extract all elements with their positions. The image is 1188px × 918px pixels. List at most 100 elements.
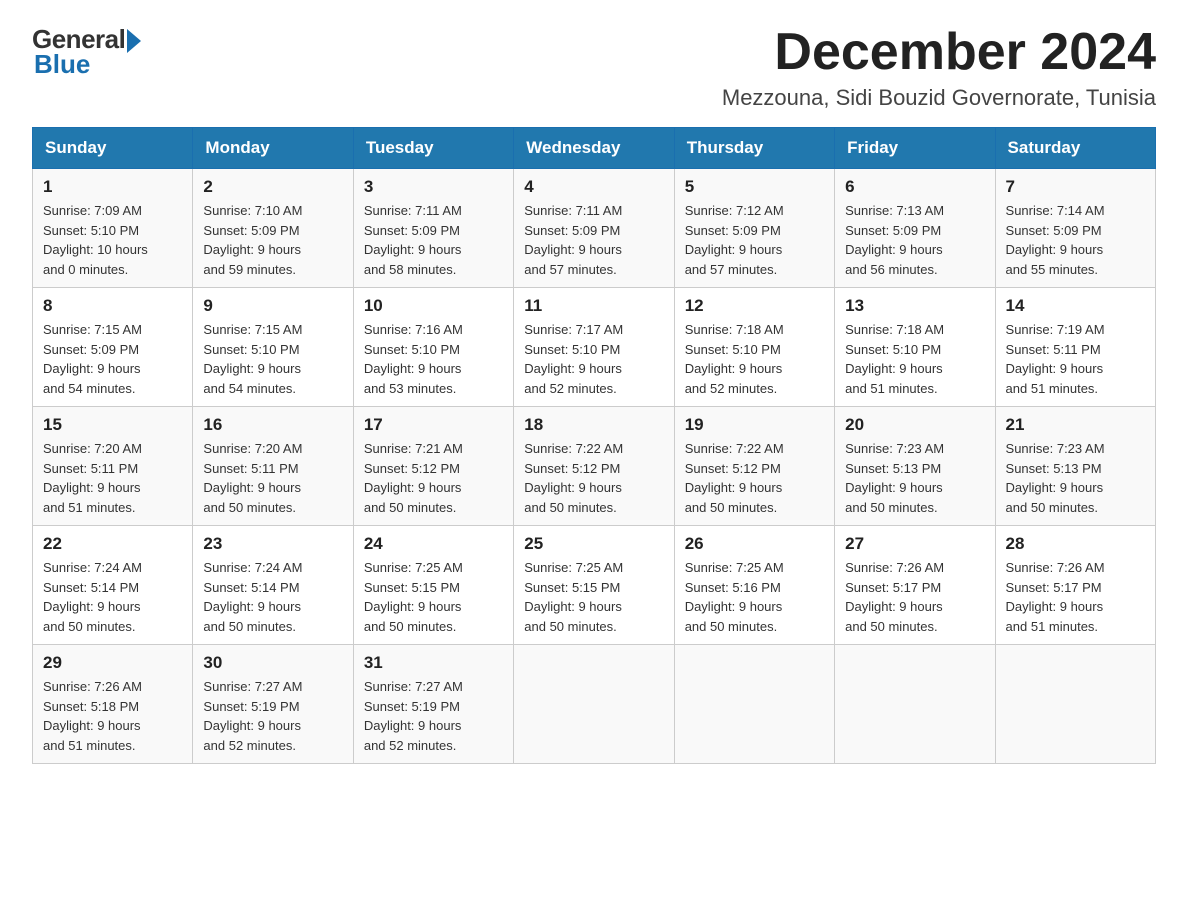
day-number: 21: [1006, 415, 1145, 435]
day-info: Sunrise: 7:15 AM Sunset: 5:09 PM Dayligh…: [43, 320, 182, 398]
day-info: Sunrise: 7:24 AM Sunset: 5:14 PM Dayligh…: [43, 558, 182, 636]
logo: General Blue: [32, 24, 141, 80]
day-number: 22: [43, 534, 182, 554]
day-info: Sunrise: 7:15 AM Sunset: 5:10 PM Dayligh…: [203, 320, 342, 398]
weekday-header-thursday: Thursday: [674, 128, 834, 169]
day-number: 10: [364, 296, 503, 316]
day-number: 7: [1006, 177, 1145, 197]
day-number: 30: [203, 653, 342, 673]
day-number: 28: [1006, 534, 1145, 554]
day-info: Sunrise: 7:10 AM Sunset: 5:09 PM Dayligh…: [203, 201, 342, 279]
week-row-2: 8 Sunrise: 7:15 AM Sunset: 5:09 PM Dayli…: [33, 288, 1156, 407]
calendar-cell: 7 Sunrise: 7:14 AM Sunset: 5:09 PM Dayli…: [995, 169, 1155, 288]
month-title: December 2024: [722, 24, 1156, 81]
logo-arrow-icon: [127, 29, 141, 53]
day-number: 20: [845, 415, 984, 435]
day-info: Sunrise: 7:24 AM Sunset: 5:14 PM Dayligh…: [203, 558, 342, 636]
day-number: 8: [43, 296, 182, 316]
day-number: 16: [203, 415, 342, 435]
day-number: 12: [685, 296, 824, 316]
location-title: Mezzouna, Sidi Bouzid Governorate, Tunis…: [722, 85, 1156, 111]
calendar-cell: 29 Sunrise: 7:26 AM Sunset: 5:18 PM Dayl…: [33, 645, 193, 764]
week-row-5: 29 Sunrise: 7:26 AM Sunset: 5:18 PM Dayl…: [33, 645, 1156, 764]
day-number: 9: [203, 296, 342, 316]
weekday-header-friday: Friday: [835, 128, 995, 169]
day-number: 23: [203, 534, 342, 554]
day-number: 26: [685, 534, 824, 554]
day-info: Sunrise: 7:23 AM Sunset: 5:13 PM Dayligh…: [1006, 439, 1145, 517]
day-info: Sunrise: 7:14 AM Sunset: 5:09 PM Dayligh…: [1006, 201, 1145, 279]
day-number: 5: [685, 177, 824, 197]
calendar-table: SundayMondayTuesdayWednesdayThursdayFrid…: [32, 127, 1156, 764]
day-info: Sunrise: 7:27 AM Sunset: 5:19 PM Dayligh…: [364, 677, 503, 755]
calendar-cell: 13 Sunrise: 7:18 AM Sunset: 5:10 PM Dayl…: [835, 288, 995, 407]
calendar-cell: 12 Sunrise: 7:18 AM Sunset: 5:10 PM Dayl…: [674, 288, 834, 407]
day-info: Sunrise: 7:22 AM Sunset: 5:12 PM Dayligh…: [524, 439, 663, 517]
calendar-cell: 20 Sunrise: 7:23 AM Sunset: 5:13 PM Dayl…: [835, 407, 995, 526]
calendar-cell: 3 Sunrise: 7:11 AM Sunset: 5:09 PM Dayli…: [353, 169, 513, 288]
week-row-3: 15 Sunrise: 7:20 AM Sunset: 5:11 PM Dayl…: [33, 407, 1156, 526]
calendar-cell: 23 Sunrise: 7:24 AM Sunset: 5:14 PM Dayl…: [193, 526, 353, 645]
calendar-cell: 18 Sunrise: 7:22 AM Sunset: 5:12 PM Dayl…: [514, 407, 674, 526]
day-number: 14: [1006, 296, 1145, 316]
day-info: Sunrise: 7:11 AM Sunset: 5:09 PM Dayligh…: [524, 201, 663, 279]
day-info: Sunrise: 7:25 AM Sunset: 5:15 PM Dayligh…: [524, 558, 663, 636]
day-number: 13: [845, 296, 984, 316]
logo-blue-text: Blue: [34, 49, 90, 80]
day-number: 17: [364, 415, 503, 435]
day-number: 25: [524, 534, 663, 554]
calendar-cell: 14 Sunrise: 7:19 AM Sunset: 5:11 PM Dayl…: [995, 288, 1155, 407]
weekday-header-wednesday: Wednesday: [514, 128, 674, 169]
day-number: 18: [524, 415, 663, 435]
day-number: 3: [364, 177, 503, 197]
calendar-cell: 2 Sunrise: 7:10 AM Sunset: 5:09 PM Dayli…: [193, 169, 353, 288]
day-info: Sunrise: 7:26 AM Sunset: 5:17 PM Dayligh…: [1006, 558, 1145, 636]
calendar-cell: 8 Sunrise: 7:15 AM Sunset: 5:09 PM Dayli…: [33, 288, 193, 407]
day-info: Sunrise: 7:25 AM Sunset: 5:16 PM Dayligh…: [685, 558, 824, 636]
calendar-cell: 9 Sunrise: 7:15 AM Sunset: 5:10 PM Dayli…: [193, 288, 353, 407]
calendar-cell: 17 Sunrise: 7:21 AM Sunset: 5:12 PM Dayl…: [353, 407, 513, 526]
weekday-header-monday: Monday: [193, 128, 353, 169]
title-area: December 2024 Mezzouna, Sidi Bouzid Gove…: [722, 24, 1156, 111]
day-info: Sunrise: 7:20 AM Sunset: 5:11 PM Dayligh…: [203, 439, 342, 517]
day-info: Sunrise: 7:23 AM Sunset: 5:13 PM Dayligh…: [845, 439, 984, 517]
day-info: Sunrise: 7:25 AM Sunset: 5:15 PM Dayligh…: [364, 558, 503, 636]
calendar-cell: 30 Sunrise: 7:27 AM Sunset: 5:19 PM Dayl…: [193, 645, 353, 764]
week-row-1: 1 Sunrise: 7:09 AM Sunset: 5:10 PM Dayli…: [33, 169, 1156, 288]
day-info: Sunrise: 7:21 AM Sunset: 5:12 PM Dayligh…: [364, 439, 503, 517]
day-info: Sunrise: 7:17 AM Sunset: 5:10 PM Dayligh…: [524, 320, 663, 398]
day-info: Sunrise: 7:13 AM Sunset: 5:09 PM Dayligh…: [845, 201, 984, 279]
day-info: Sunrise: 7:18 AM Sunset: 5:10 PM Dayligh…: [685, 320, 824, 398]
day-number: 6: [845, 177, 984, 197]
day-number: 29: [43, 653, 182, 673]
day-info: Sunrise: 7:19 AM Sunset: 5:11 PM Dayligh…: [1006, 320, 1145, 398]
weekday-header-tuesday: Tuesday: [353, 128, 513, 169]
calendar-cell: [995, 645, 1155, 764]
calendar-cell: 16 Sunrise: 7:20 AM Sunset: 5:11 PM Dayl…: [193, 407, 353, 526]
calendar-cell: 26 Sunrise: 7:25 AM Sunset: 5:16 PM Dayl…: [674, 526, 834, 645]
day-info: Sunrise: 7:20 AM Sunset: 5:11 PM Dayligh…: [43, 439, 182, 517]
day-number: 31: [364, 653, 503, 673]
day-number: 24: [364, 534, 503, 554]
weekday-header-sunday: Sunday: [33, 128, 193, 169]
week-row-4: 22 Sunrise: 7:24 AM Sunset: 5:14 PM Dayl…: [33, 526, 1156, 645]
day-info: Sunrise: 7:27 AM Sunset: 5:19 PM Dayligh…: [203, 677, 342, 755]
day-info: Sunrise: 7:11 AM Sunset: 5:09 PM Dayligh…: [364, 201, 503, 279]
day-number: 4: [524, 177, 663, 197]
day-info: Sunrise: 7:09 AM Sunset: 5:10 PM Dayligh…: [43, 201, 182, 279]
calendar-cell: 6 Sunrise: 7:13 AM Sunset: 5:09 PM Dayli…: [835, 169, 995, 288]
day-info: Sunrise: 7:16 AM Sunset: 5:10 PM Dayligh…: [364, 320, 503, 398]
page-header: General Blue December 2024 Mezzouna, Sid…: [32, 24, 1156, 111]
calendar-cell: 10 Sunrise: 7:16 AM Sunset: 5:10 PM Dayl…: [353, 288, 513, 407]
day-info: Sunrise: 7:26 AM Sunset: 5:17 PM Dayligh…: [845, 558, 984, 636]
calendar-cell: 1 Sunrise: 7:09 AM Sunset: 5:10 PM Dayli…: [33, 169, 193, 288]
day-info: Sunrise: 7:12 AM Sunset: 5:09 PM Dayligh…: [685, 201, 824, 279]
day-info: Sunrise: 7:26 AM Sunset: 5:18 PM Dayligh…: [43, 677, 182, 755]
calendar-cell: 4 Sunrise: 7:11 AM Sunset: 5:09 PM Dayli…: [514, 169, 674, 288]
day-number: 15: [43, 415, 182, 435]
day-info: Sunrise: 7:18 AM Sunset: 5:10 PM Dayligh…: [845, 320, 984, 398]
calendar-cell: 11 Sunrise: 7:17 AM Sunset: 5:10 PM Dayl…: [514, 288, 674, 407]
calendar-cell: 22 Sunrise: 7:24 AM Sunset: 5:14 PM Dayl…: [33, 526, 193, 645]
calendar-cell: 15 Sunrise: 7:20 AM Sunset: 5:11 PM Dayl…: [33, 407, 193, 526]
calendar-cell: 24 Sunrise: 7:25 AM Sunset: 5:15 PM Dayl…: [353, 526, 513, 645]
